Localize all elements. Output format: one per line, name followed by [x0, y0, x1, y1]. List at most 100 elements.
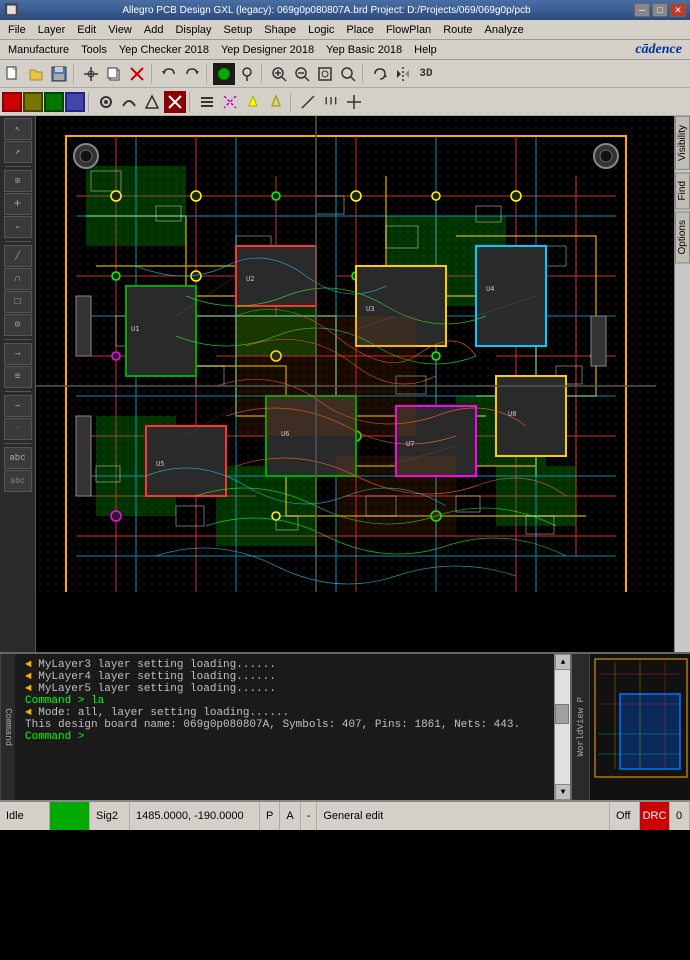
- status-dash: -: [301, 802, 318, 830]
- zoom-prev-button[interactable]: [337, 63, 359, 85]
- options-tab[interactable]: Options: [675, 211, 690, 263]
- save-button[interactable]: [48, 63, 70, 85]
- dehighlight-button[interactable]: [265, 91, 287, 113]
- svg-text:U8: U8: [508, 410, 516, 418]
- menu-yep-designer[interactable]: Yep Designer 2018: [215, 42, 320, 58]
- mirror-button[interactable]: [392, 63, 414, 85]
- zoom-out-button[interactable]: [291, 63, 313, 85]
- menu-yep-basic[interactable]: Yep Basic 2018: [320, 42, 408, 58]
- menu-add[interactable]: Add: [138, 22, 170, 38]
- rotate-button[interactable]: [369, 63, 391, 85]
- route-tool[interactable]: ⟶: [4, 343, 32, 365]
- split-button[interactable]: [343, 91, 365, 113]
- menu-route[interactable]: Route: [437, 22, 478, 38]
- sep4: [261, 64, 265, 84]
- cmd-label: Command: [0, 654, 15, 800]
- scroll-up-button[interactable]: ▲: [555, 654, 571, 670]
- highlight-button[interactable]: [242, 91, 264, 113]
- canvas-bottom: [36, 592, 674, 652]
- menu-tools[interactable]: Tools: [75, 42, 113, 58]
- spread-tool[interactable]: ≡: [4, 366, 32, 388]
- measure-button[interactable]: [297, 91, 319, 113]
- add-via[interactable]: ⊙: [4, 314, 32, 336]
- add-line[interactable]: ╱: [4, 245, 32, 267]
- trace-button[interactable]: [118, 91, 140, 113]
- left-toolbar: ↖ ↗ ⊞ + - ╱ ∩ □ ⊙ ⟶ ≡ ⋯ ⁻ abc abc: [0, 116, 36, 652]
- zoom-out-left[interactable]: -: [4, 216, 32, 238]
- menu-edit[interactable]: Edit: [71, 22, 102, 38]
- menu-setup[interactable]: Setup: [218, 22, 259, 38]
- titlebar-title: Allegro PCB Design GXL (legacy): 069g0p0…: [122, 5, 530, 16]
- menu-yep-checker[interactable]: Yep Checker 2018: [113, 42, 215, 58]
- menu-manufacture[interactable]: Manufacture: [2, 42, 75, 58]
- redo-button[interactable]: [181, 63, 203, 85]
- new-button[interactable]: [2, 63, 24, 85]
- scroll-track[interactable]: [555, 670, 570, 784]
- visibility-tab[interactable]: Visibility: [675, 116, 690, 170]
- close-button[interactable]: ✕: [670, 3, 686, 17]
- sep8: [290, 92, 294, 112]
- worldview-map: [590, 654, 690, 800]
- rat-button[interactable]: [213, 63, 235, 85]
- status-signal: Sig2: [90, 802, 130, 830]
- drc-button[interactable]: [164, 91, 186, 113]
- menu-view[interactable]: View: [102, 22, 138, 38]
- menu-place[interactable]: Place: [340, 22, 380, 38]
- ratsnest-button[interactable]: [219, 91, 241, 113]
- left-sep1: [5, 166, 31, 167]
- canvas-area[interactable]: U1 U2 U3 U4 U5 U6 U7 U8: [36, 116, 674, 652]
- zoom-world[interactable]: ⊞: [4, 170, 32, 192]
- menu-help[interactable]: Help: [408, 42, 443, 58]
- copy-button[interactable]: [103, 63, 125, 85]
- spacing-button[interactable]: |||: [320, 91, 342, 113]
- arrow-icon-1: ◄: [25, 659, 32, 671]
- pin-button[interactable]: [236, 63, 258, 85]
- text-tool2[interactable]: abc: [4, 470, 32, 492]
- menubar2-left: Manufacture Tools Yep Checker 2018 Yep D…: [2, 42, 443, 58]
- zoom-in-button[interactable]: [268, 63, 290, 85]
- unselect-tool[interactable]: ↗: [4, 141, 32, 163]
- menu-layer[interactable]: Layer: [32, 22, 72, 38]
- snap-button[interactable]: [80, 63, 102, 85]
- open-button[interactable]: [25, 63, 47, 85]
- console-info-1: This design board name: 069g0p080807A, S…: [25, 719, 520, 731]
- status-drc-count: 0: [670, 802, 690, 830]
- text-tool[interactable]: abc: [4, 447, 32, 469]
- add-arc[interactable]: ∩: [4, 268, 32, 290]
- 3d-button[interactable]: 3D: [415, 63, 437, 85]
- hide-rats[interactable]: ⁻: [4, 418, 32, 440]
- maximize-button[interactable]: □: [652, 3, 668, 17]
- add-rect[interactable]: □: [4, 291, 32, 313]
- worldview-sidebar: WorldView P: [572, 654, 590, 800]
- zoom-in-left[interactable]: +: [4, 193, 32, 215]
- layer-bot[interactable]: [65, 92, 85, 112]
- layer-inner2[interactable]: [44, 92, 64, 112]
- menu-shape[interactable]: Shape: [258, 22, 302, 38]
- scroll-thumb[interactable]: [555, 704, 569, 724]
- scroll-down-button[interactable]: ▼: [555, 784, 571, 800]
- undo-button[interactable]: [158, 63, 180, 85]
- prop-button[interactable]: [196, 91, 218, 113]
- delete-button[interactable]: [126, 63, 148, 85]
- zoom-fit-button[interactable]: [314, 63, 336, 85]
- sep2: [151, 64, 155, 84]
- layer-inner1[interactable]: [23, 92, 43, 112]
- find-tab[interactable]: Find: [675, 172, 690, 209]
- titlebar-icon: 🔲: [4, 3, 19, 17]
- minimize-button[interactable]: ─: [634, 3, 650, 17]
- console-line-2: ◄ MyLayer4 layer setting loading......: [25, 671, 547, 683]
- show-rats[interactable]: ⋯: [4, 395, 32, 417]
- menu-display[interactable]: Display: [169, 22, 217, 38]
- status-coordinates: 1485.0000, -190.0000: [130, 802, 260, 830]
- menu-file[interactable]: File: [2, 22, 32, 38]
- layer-top[interactable]: [2, 92, 22, 112]
- menu-flowplan[interactable]: FlowPlan: [380, 22, 437, 38]
- via-button[interactable]: [95, 91, 117, 113]
- menu-analyze[interactable]: Analyze: [479, 22, 530, 38]
- select-tool[interactable]: ↖: [4, 118, 32, 140]
- menu-logic[interactable]: Logic: [302, 22, 340, 38]
- shape-button[interactable]: [141, 91, 163, 113]
- pcb-svg: U1 U2 U3 U4 U5 U6 U7 U8: [36, 116, 674, 652]
- worldview-inner: WorldView P: [572, 654, 690, 800]
- sep5: [362, 64, 366, 84]
